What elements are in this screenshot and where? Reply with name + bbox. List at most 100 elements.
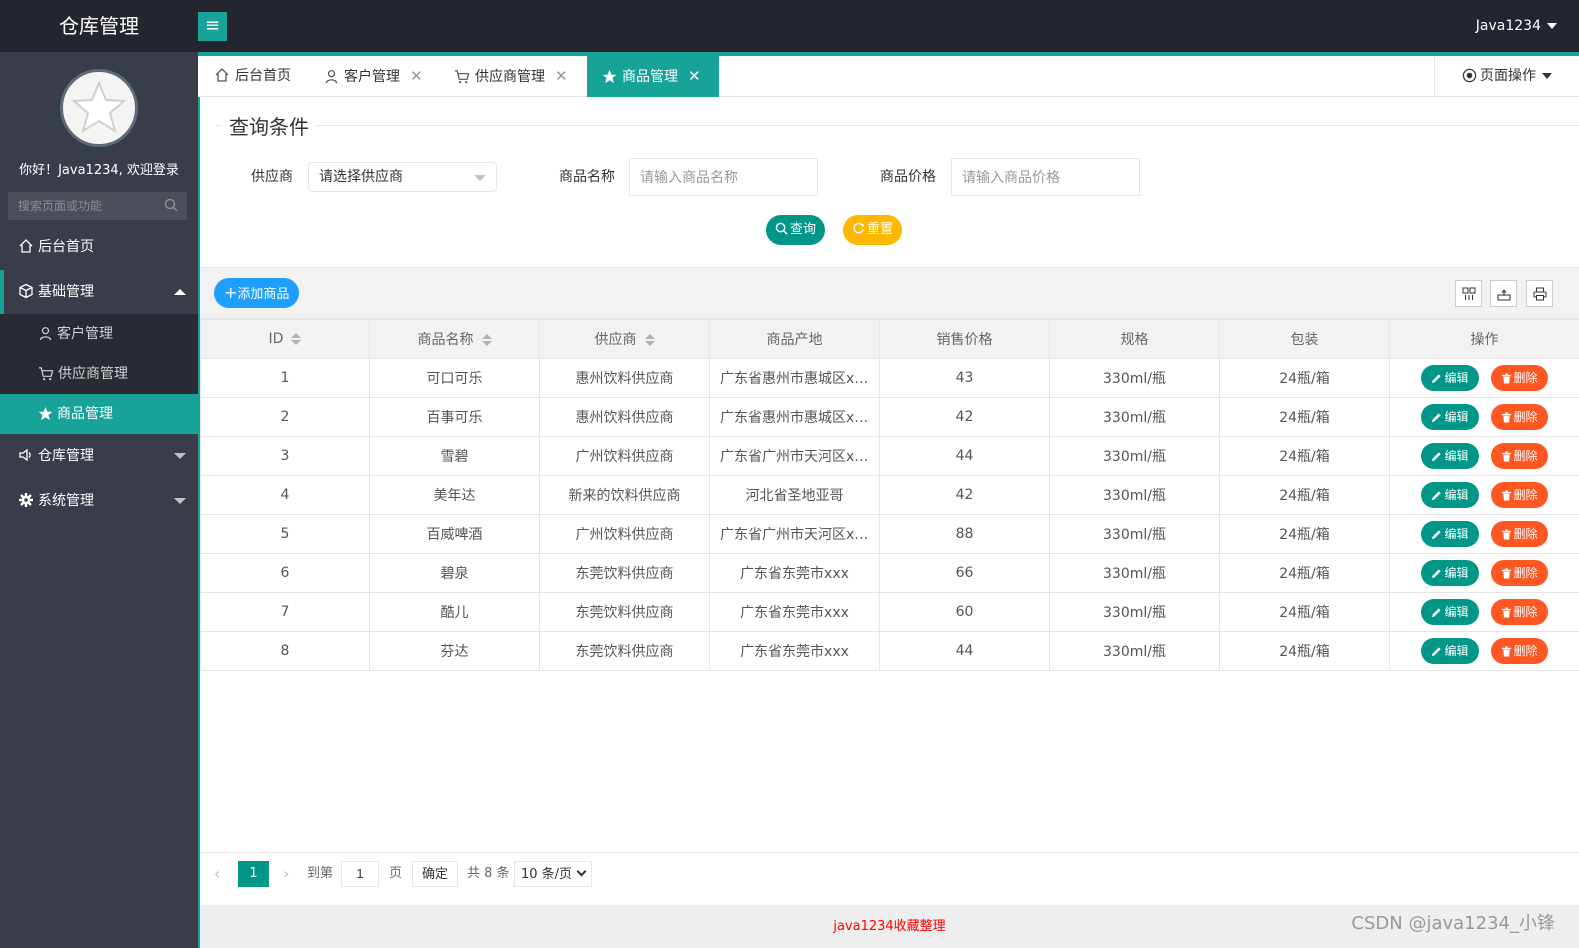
sidebar-item-basic[interactable]: 基础管理 <box>0 270 198 314</box>
edit-button-label: 编辑 <box>1444 410 1469 424</box>
edit-button[interactable]: 编辑 <box>1421 599 1479 625</box>
table-header-row: ID 商品名称 供应商 商品产地 销售价格 规格 包装 操作 <box>200 319 1579 359</box>
cell-product-name: 雪碧 <box>369 436 540 476</box>
delete-button[interactable]: 删除 <box>1490 404 1548 430</box>
close-icon[interactable]: ✕ <box>555 67 568 85</box>
sort-icon[interactable] <box>644 334 655 346</box>
table-row[interactable]: 1 可口可乐 惠州饮料供应商 广东省惠州市惠城区xxx 43 330ml/瓶 24瓶/箱 编辑… <box>200 358 1579 398</box>
close-icon[interactable]: ✕ <box>410 67 423 85</box>
delete-button-label: 删除 <box>1513 410 1538 424</box>
tab-customers[interactable]: 客户管理 ✕ <box>324 56 423 97</box>
sort-icon[interactable] <box>291 333 302 345</box>
edit-button[interactable]: 编辑 <box>1421 404 1479 430</box>
sort-icon[interactable] <box>481 334 492 346</box>
cell-supplier: 东莞饮料供应商 <box>539 553 710 593</box>
delete-button[interactable]: 删除 <box>1490 560 1548 586</box>
table-row[interactable]: 4 美年达 新来的饮料供应商 河北省圣地亚哥 42 330ml/瓶 24瓶/箱 编辑 删除 <box>200 475 1579 515</box>
page-1-button[interactable]: 1 <box>238 861 269 887</box>
page-operations-menu[interactable]: 页面操作 <box>1434 56 1579 97</box>
print-button[interactable] <box>1526 280 1553 307</box>
next-page-icon[interactable]: › <box>283 861 289 887</box>
delete-button[interactable]: 删除 <box>1490 599 1548 625</box>
sidebar-item-warehouse[interactable]: 仓库管理 <box>0 434 198 478</box>
reset-button-label: 重置 <box>867 222 894 237</box>
product-name-label: 商品名称 <box>559 169 615 185</box>
delete-button[interactable]: 删除 <box>1490 638 1548 664</box>
cell-product-name: 百事可乐 <box>369 397 540 437</box>
cell-actions: 编辑 删除 <box>1389 553 1579 593</box>
edit-button[interactable]: 编辑 <box>1421 365 1479 391</box>
edit-button-label: 编辑 <box>1444 605 1469 619</box>
avatar[interactable] <box>60 69 138 147</box>
tab-products[interactable]: 商品管理 ✕ <box>587 56 719 97</box>
search-icon[interactable] <box>164 198 178 212</box>
tab-label: 商品管理 <box>622 69 678 85</box>
cell-pack: 24瓶/箱 <box>1219 475 1390 515</box>
goto-confirm-button[interactable]: 确定 <box>412 861 459 887</box>
hamburger-icon: ≡ <box>204 15 221 36</box>
table-row[interactable]: 5 百威啤酒 广州饮料供应商 广东省广州市天河区xxx 88 330ml/瓶 24瓶/箱 编辑… <box>200 514 1579 554</box>
reset-button[interactable]: 重置 <box>843 215 903 245</box>
column-header-spec: 规格 <box>1049 319 1220 359</box>
tab-suppliers[interactable]: 供应商管理 ✕ <box>454 56 568 97</box>
delete-button[interactable]: 删除 <box>1490 443 1548 469</box>
columns-filter-button[interactable] <box>1455 280 1482 307</box>
add-product-button[interactable]: +添加商品 <box>214 278 300 308</box>
edit-button[interactable]: 编辑 <box>1421 482 1479 508</box>
supplier-select[interactable]: 请选择供应商 <box>308 162 497 192</box>
prev-page-icon[interactable]: ‹ <box>214 861 220 887</box>
cell-id: 1 <box>200 358 370 398</box>
export-button[interactable] <box>1490 280 1517 307</box>
edit-button-label: 编辑 <box>1444 488 1469 502</box>
sidebar-item-label: 后台首页 <box>38 239 94 255</box>
edit-button[interactable]: 编辑 <box>1421 521 1479 547</box>
sidebar-item-system[interactable]: 系统管理 <box>0 479 198 523</box>
product-price-input[interactable] <box>951 158 1140 196</box>
chevron-down-icon <box>474 175 486 181</box>
sidebar-item-home[interactable]: 后台首页 <box>0 225 198 269</box>
delete-button[interactable]: 删除 <box>1490 521 1548 547</box>
edit-button-label: 编辑 <box>1444 644 1469 658</box>
fieldset-divider <box>216 125 1579 126</box>
cell-spec: 330ml/瓶 <box>1049 553 1220 593</box>
cell-origin: 广东省东莞市xxx <box>709 592 880 632</box>
edit-button[interactable]: 编辑 <box>1421 443 1479 469</box>
sidebar-item-customers[interactable]: 客户管理 <box>0 314 198 354</box>
cell-pack: 24瓶/箱 <box>1219 592 1390 632</box>
footer-text: java1234收藏整理 <box>833 919 946 934</box>
menu-toggle-button[interactable]: ≡ <box>198 12 227 41</box>
sidebar-item-products[interactable]: 商品管理 <box>0 394 198 434</box>
user-menu[interactable]: Java1234 <box>1476 0 1557 52</box>
table-row[interactable]: 3 雪碧 广州饮料供应商 广东省广州市天河区xxx 44 330ml/瓶 24瓶/箱 编辑 删除 <box>200 436 1579 476</box>
sidebar-item-suppliers[interactable]: 供应商管理 <box>0 354 198 394</box>
cell-supplier: 惠州饮料供应商 <box>539 358 710 398</box>
column-header-origin: 商品产地 <box>709 319 880 359</box>
edit-button[interactable]: 编辑 <box>1421 560 1479 586</box>
column-header-id[interactable]: ID <box>200 319 370 359</box>
close-icon[interactable]: ✕ <box>688 67 701 85</box>
product-name-input[interactable] <box>629 158 818 196</box>
goto-page-input[interactable] <box>341 861 379 887</box>
table-row[interactable]: 2 百事可乐 惠州饮料供应商 广东省惠州市惠城区xxx 42 330ml/瓶 24瓶/箱 编辑… <box>200 397 1579 437</box>
table-row[interactable]: 6 碧泉 东莞饮料供应商 广东省东莞市xxx 66 330ml/瓶 24瓶/箱 编辑 删除 <box>200 553 1579 593</box>
edit-button-label: 编辑 <box>1444 527 1469 541</box>
cell-pack: 24瓶/箱 <box>1219 514 1390 554</box>
gear-icon <box>19 493 33 507</box>
cell-origin: 河北省圣地亚哥 <box>709 475 880 515</box>
cell-pack: 24瓶/箱 <box>1219 436 1390 476</box>
page-size-select[interactable]: 10 条/页 <box>514 861 593 887</box>
column-header-name[interactable]: 商品名称 <box>369 319 540 359</box>
delete-button[interactable]: 删除 <box>1490 365 1548 391</box>
edit-button[interactable]: 编辑 <box>1421 638 1479 664</box>
delete-button[interactable]: 删除 <box>1490 482 1548 508</box>
column-header-supplier[interactable]: 供应商 <box>539 319 710 359</box>
table-row[interactable]: 7 酷儿 东莞饮料供应商 广东省东莞市xxx 60 330ml/瓶 24瓶/箱 编辑 删除 <box>200 592 1579 632</box>
search-button[interactable]: 查询 <box>766 215 826 245</box>
pencil-icon <box>1432 608 1442 618</box>
sidebar-search-input[interactable] <box>8 192 187 220</box>
tab-home[interactable]: 后台首页 <box>214 56 291 97</box>
delete-button-label: 删除 <box>1513 488 1538 502</box>
table-row[interactable]: 8 芬达 东莞饮料供应商 广东省东莞市xxx 44 330ml/瓶 24瓶/箱 编辑 删除 <box>200 631 1579 671</box>
delete-button-label: 删除 <box>1513 644 1538 658</box>
print-icon <box>1533 287 1546 300</box>
